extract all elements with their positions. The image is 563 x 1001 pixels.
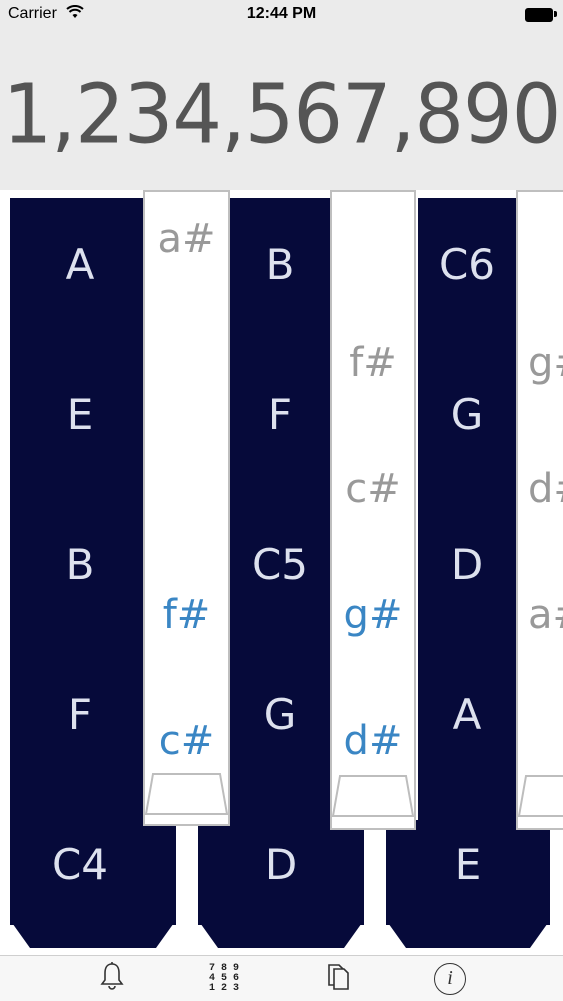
- note-label: E: [454, 840, 482, 889]
- dark-pipe-3-mouth: [386, 920, 550, 948]
- status-bar: Carrier 12:44 PM: [0, 0, 563, 30]
- bell-icon: [99, 961, 125, 996]
- info-glyph: i: [447, 967, 453, 989]
- note-label: f#: [349, 340, 397, 386]
- tab-numpad[interactable]: 7 8 9 4 5 6 1 2 3: [184, 956, 264, 1001]
- note-label: a#: [528, 592, 563, 638]
- note-label: A: [65, 240, 95, 289]
- number-display-area: 1,234,567,890: [0, 30, 563, 190]
- note-label: a#: [157, 216, 216, 262]
- note-label: C6: [438, 240, 496, 289]
- note-label: G: [263, 690, 297, 739]
- tab-bell[interactable]: [72, 956, 152, 1001]
- note-label: F: [67, 690, 93, 739]
- note-label: g#: [343, 592, 403, 638]
- dark-pipe-1-mouth: [10, 920, 176, 948]
- battery-icon: [525, 8, 553, 22]
- numpad-row: 7 8 9: [208, 962, 239, 974]
- note-label: g#: [528, 340, 563, 386]
- tab-bar: 7 8 9 4 5 6 1 2 3 i: [0, 955, 563, 1001]
- numpad-row: 4 5 6: [208, 972, 239, 984]
- copy-icon: [325, 961, 351, 996]
- note-label: c#: [158, 718, 215, 764]
- note-label: C4: [51, 840, 109, 889]
- note-label: B: [65, 540, 95, 589]
- light-pipe-3-mouth: [517, 775, 563, 817]
- note-label: c#: [345, 466, 401, 512]
- note-label: f#: [162, 592, 211, 638]
- note-label: F: [267, 390, 293, 439]
- note-label: G: [450, 390, 484, 439]
- note-label: B: [265, 240, 295, 289]
- tab-copy[interactable]: [298, 956, 378, 1001]
- dark-pipe-2-mouth: [198, 920, 364, 948]
- tab-info[interactable]: i: [410, 956, 490, 1001]
- note-label: d#: [528, 466, 563, 512]
- note-label: C5: [251, 540, 309, 589]
- number-display: 1,234,567,890: [2, 67, 562, 163]
- battery-tip: [554, 11, 557, 17]
- note-label: A: [452, 690, 482, 739]
- note-label: D: [264, 840, 298, 889]
- info-icon: i: [434, 962, 466, 995]
- light-pipe-2-mouth: [331, 775, 415, 817]
- numpad-icon: 7 8 9 4 5 6 1 2 3: [208, 962, 239, 994]
- status-time: 12:44 PM: [246, 5, 317, 22]
- note-label: D: [450, 540, 484, 589]
- numpad-row: 1 2 3: [208, 982, 239, 994]
- light-pipe-1-mouth: [144, 773, 229, 815]
- pipe-keyboard: A E B F C4 B F C5 G D C6 G D A E a# f# c…: [0, 190, 563, 960]
- note-label: E: [66, 390, 94, 439]
- note-label: d#: [343, 718, 403, 764]
